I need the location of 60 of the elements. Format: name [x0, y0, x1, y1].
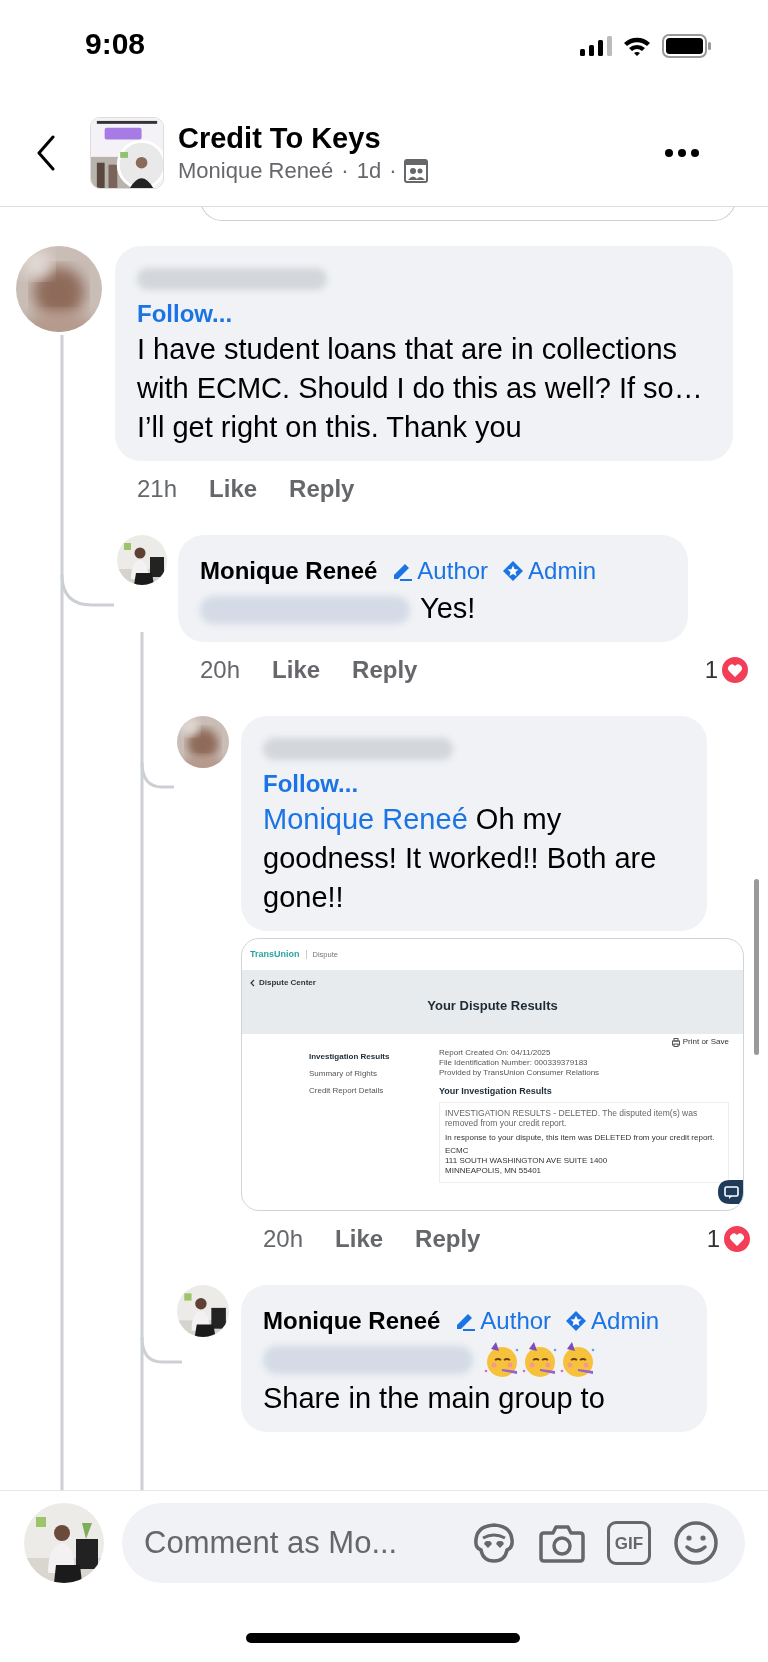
comment-action[interactable]: Like [335, 1221, 384, 1257]
printer-icon [671, 1037, 680, 1047]
brand-logo: TransUnion [250, 947, 300, 961]
battery-icon [662, 34, 712, 58]
camera-icon[interactable] [539, 1523, 585, 1563]
heart-reaction-icon [720, 655, 750, 685]
reaction-count: 1 [704, 655, 718, 685]
back-icon [36, 135, 56, 171]
comment-action[interactable]: Reply [415, 1221, 481, 1257]
party-face-icon [521, 1341, 559, 1380]
comment-time: 20h [200, 655, 241, 685]
doc-note: In response to your dispute, this item was DELETED from your credit report. [445, 1133, 715, 1143]
separator-dot: · [389, 157, 397, 185]
comment-time: 20h [263, 1224, 304, 1254]
party-face-icon [483, 1341, 521, 1380]
comment-text: Share in the main group to [263, 1339, 605, 1419]
emoji-icon[interactable] [673, 1520, 719, 1566]
role-label: Author [417, 556, 489, 586]
follow-link[interactable]: Follow... [137, 298, 233, 330]
comment-time: 21h [137, 474, 178, 504]
wifi-icon [622, 35, 652, 57]
admin-star-icon [565, 1310, 588, 1332]
status-time: 9:08 [85, 26, 146, 62]
signal-icon [580, 36, 612, 56]
avatar-sticker-icon[interactable] [471, 1520, 517, 1566]
doc-meta-line: Report Created On: 04/11/2025 [439, 1048, 551, 1058]
comment-action[interactable]: Reply [289, 471, 355, 507]
role-label: Admin [528, 556, 597, 586]
doc-address-line: MINNEAPOLIS, MN 55401 [445, 1166, 543, 1176]
group-title: Credit To Keys [178, 121, 382, 156]
comment-author[interactable]: Monique Reneé [263, 1303, 441, 1339]
comment-action[interactable]: Like [209, 471, 258, 507]
comment-text: I have student loans that are in collections with ECMC. Should I do this as well? If so…I’ll get right on this. Thank you [137, 332, 704, 445]
doc-address-line: ECMC [445, 1146, 470, 1156]
comment-action[interactable]: Reply [352, 652, 418, 688]
follow-link[interactable]: Follow... [263, 768, 359, 800]
comment-action[interactable]: Like [272, 652, 321, 688]
reaction-count: 1 [706, 1224, 720, 1254]
group-icon [404, 159, 429, 183]
doc-meta-line: Provided by TransUnion Consumer Relations [439, 1068, 600, 1078]
doc-meta-line: File Identification Number: 000339379183 [439, 1058, 588, 1068]
back-icon [250, 979, 255, 987]
doc-result-text: INVESTIGATION RESULTS - DELETED. The disputed item(s) was removed from your credit report. [445, 1108, 699, 1128]
role-label: Author [480, 1306, 552, 1336]
separator-dot: · [341, 157, 349, 185]
comment-author[interactable]: Monique Reneé [200, 553, 378, 589]
post-author: Monique Reneé [178, 157, 334, 185]
gif-button[interactable]: GIF [607, 1521, 651, 1565]
comment-field[interactable]: Comment as Mo... GIF [122, 1503, 745, 1583]
party-face-icon [559, 1341, 597, 1380]
doc-address-line: 111 SOUTH WASHINGTON AVE SUITE 1400 [445, 1156, 608, 1166]
comment-text: Yes! [200, 589, 476, 628]
admin-star-icon [502, 560, 525, 582]
role-label: Admin [591, 1306, 660, 1336]
post-age: 1d [356, 157, 382, 185]
more-icon [665, 149, 699, 157]
doc-title: Your Dispute Results [427, 998, 558, 1014]
comment-text: Monique Reneé Oh my goodness! It worked!! Both are gone!! [263, 802, 658, 915]
heart-reaction-icon [722, 1224, 752, 1254]
doc-heading: Your Investigation Results [439, 1086, 552, 1097]
